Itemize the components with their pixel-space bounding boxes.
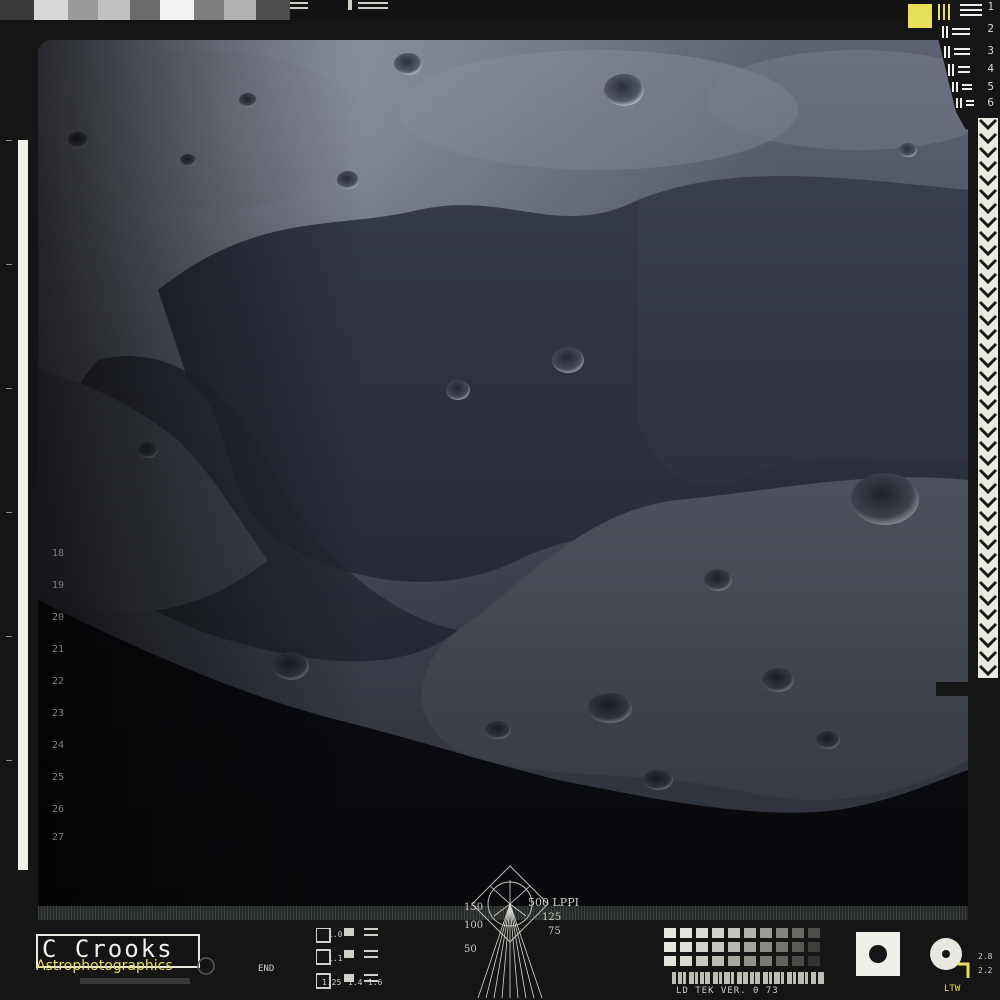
- bottom-barcode: [672, 972, 824, 984]
- gray-scale-strip: [0, 0, 290, 20]
- logo-underline: [80, 978, 190, 984]
- lppi-unit: 500 LPPI: [528, 896, 579, 909]
- left-ruler-ticks: [6, 140, 12, 761]
- moon-photograph: [38, 40, 968, 908]
- registration-circle-icon: [197, 957, 215, 975]
- ruler-label: 24: [52, 740, 65, 751]
- logo-subtitle: Astrophotographics: [36, 958, 173, 974]
- resolution-label: 1.4: [348, 978, 363, 987]
- lppi-label: 100: [464, 920, 484, 931]
- film-number: 3: [987, 44, 994, 57]
- registration-disc-icon: [930, 938, 970, 978]
- ruler-label: 23: [52, 708, 65, 719]
- resolution-label: 1.1: [328, 954, 343, 963]
- film-number: 6: [987, 96, 994, 109]
- corner-scale: 2.8: [978, 952, 993, 961]
- ruler-label: 20: [52, 612, 65, 623]
- lppi-label: 75: [548, 926, 561, 937]
- tek-version-label: LD TEK VER. 0 73: [676, 986, 779, 996]
- left-film-edge-bar: [18, 140, 28, 870]
- ruler-label: 26: [52, 804, 65, 815]
- film-number: 1: [987, 0, 994, 13]
- ruler-label: 19: [52, 580, 65, 591]
- end-label: END: [258, 964, 275, 974]
- ruler-label: 22: [52, 676, 65, 687]
- registration-square-icon: [856, 932, 900, 976]
- gray-scale-grid: [664, 928, 820, 966]
- corner-scale: 2.2: [978, 966, 993, 975]
- resolution-label: 1.0: [328, 930, 343, 939]
- right-notch: [936, 682, 968, 696]
- top-barcode-marks: [290, 0, 388, 10]
- resolution-label: 1.6: [368, 978, 383, 987]
- ruler-label: 21: [52, 644, 65, 655]
- film-number: 2: [987, 22, 994, 35]
- lppi-label: 50: [464, 944, 477, 955]
- resolution-label: 1.25: [322, 978, 342, 987]
- lppi-label: 125: [542, 912, 562, 923]
- ruler-label: 25: [52, 772, 65, 783]
- film-number: 5: [987, 80, 994, 93]
- film-number: 4: [987, 62, 994, 75]
- right-film-edge-bar: [978, 118, 998, 678]
- corner-label: LTW: [944, 984, 961, 994]
- lppi-label: 150: [464, 902, 484, 913]
- ruler-label: 18: [52, 548, 65, 559]
- film-number-block: [908, 0, 1000, 130]
- ruler-label: 27: [52, 832, 65, 843]
